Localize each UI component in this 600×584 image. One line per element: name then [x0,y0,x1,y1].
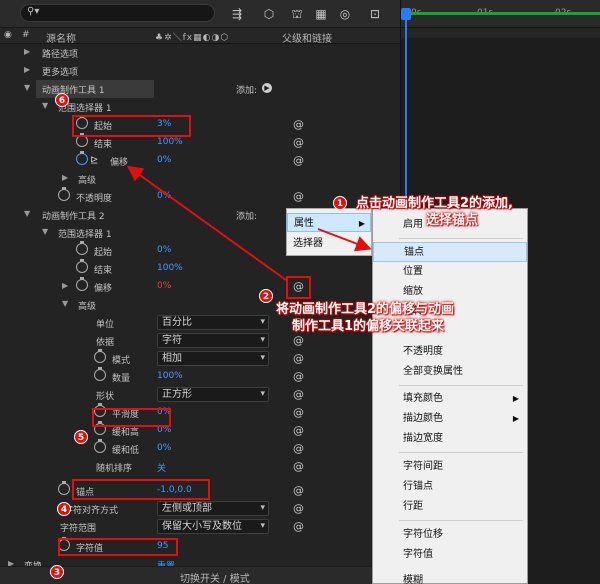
annotation-arrows [126,165,372,281]
annotation-step1-line2: 选择锚点 [426,213,479,228]
annotation-step2-line1: 将动画制作工具2的偏移与动画 [276,302,455,317]
step-badge-6: 6 [55,93,69,107]
annotation-step1-line1: 点击动画制作工具2的添加, [356,196,513,211]
arrow-link-offset [126,165,287,281]
arrow-to-anchor [317,228,372,252]
step-badge-4: 4 [57,502,71,516]
step-badge-3: 3 [50,565,64,579]
step-badge-5: 5 [74,430,88,444]
annotation-step2-line2: 制作工具1的偏移关联起来 [292,319,445,334]
step-badge-2: 2 [259,289,273,303]
step-badge-1: 1 [333,196,347,210]
